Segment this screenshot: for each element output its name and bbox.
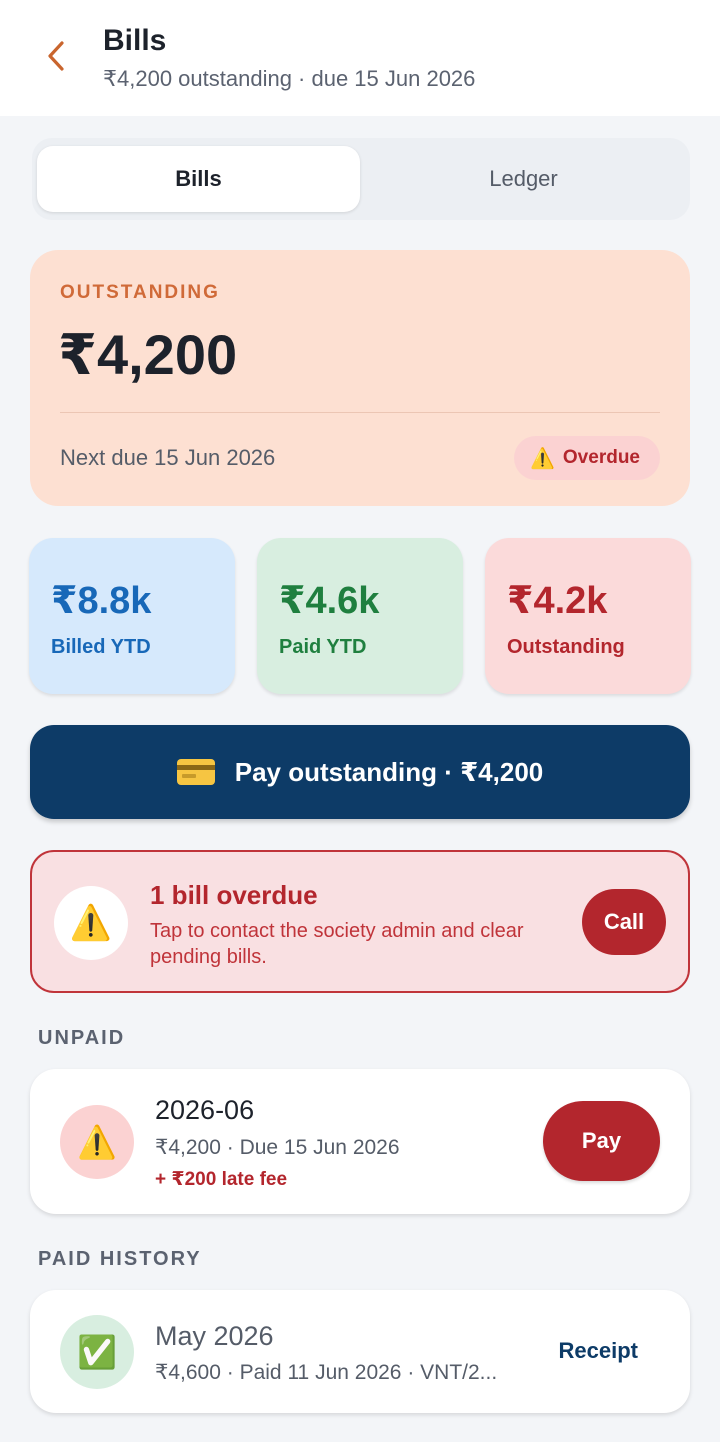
call-button[interactable]: Call [582,889,666,955]
app-header: Bills ₹4,200 outstanding · due 15 Jun 20… [0,0,720,116]
check-icon: ✅ [60,1315,134,1389]
receipt-link[interactable]: Receipt [559,1338,638,1364]
stat-value: ₹4.6k [279,580,380,622]
bill-detail: ₹4,200 · Due 15 Jun 2026 [155,1136,400,1159]
overdue-badge-label: Overdue [562,447,640,468]
bill-period: May 2026 [155,1321,274,1351]
alert-title: 1 bill overdue [150,880,318,910]
stat-paid-ytd: ₹4.6k Paid YTD [257,538,463,694]
pay-outstanding-button[interactable]: Pay outstanding · ₹4,200 [30,725,690,819]
overdue-badge: ⚠️ Overdue [514,436,660,480]
stat-label: Billed YTD [51,636,151,658]
warning-icon: ⚠️ [54,886,128,960]
stat-label: Outstanding [507,636,625,658]
summary-divider [60,412,660,413]
bill-period: 2026-06 [155,1095,255,1125]
section-label-unpaid: UNPAID [38,1027,126,1049]
warning-icon: ⚠️ [60,1105,134,1179]
bill-detail: ₹4,600 · Paid 11 Jun 2026 · VNT/2... [155,1361,498,1384]
stat-billed-ytd: ₹8.8k Billed YTD [29,538,235,694]
chevron-left-icon [48,41,64,71]
alert-message: Tap to contact the society admin and cle… [150,920,524,968]
bill-card-paid[interactable]: ✅ May 2026 ₹4,600 · Paid 11 Jun 2026 · V… [30,1290,690,1413]
back-button[interactable] [34,34,78,78]
overdue-alert[interactable]: ⚠️ 1 bill overdue Tap to contact the soc… [30,850,690,993]
next-due-text: Next due 15 Jun 2026 [60,445,276,470]
stat-value: ₹4.2k [507,580,608,622]
late-fee-text: + ₹200 late fee [155,1169,288,1190]
page-subtitle: ₹4,200 outstanding · due 15 Jun 2026 [103,66,476,91]
stat-label: Paid YTD [279,636,367,658]
tab-ledger[interactable]: Ledger [362,146,685,212]
outstanding-amount: ₹4,200 [58,323,238,386]
pay-bill-button[interactable]: Pay [543,1101,660,1181]
tab-bar: Bills Ledger [32,138,690,220]
credit-card-icon [176,759,215,785]
pay-outstanding-label: Pay outstanding · ₹4,200 [234,756,544,787]
stat-value: ₹8.8k [51,580,152,622]
stat-outstanding: ₹4.2k Outstanding [485,538,691,694]
warning-icon: ⚠️ [530,447,555,470]
bill-card-unpaid[interactable]: ⚠️ 2026-06 ₹4,200 · Due 15 Jun 2026 + ₹2… [30,1069,690,1214]
page-title: Bills [103,24,167,57]
section-label-paid-history: PAID HISTORY [38,1248,202,1270]
summary-label: OUTSTANDING [60,282,220,303]
outstanding-summary-card: OUTSTANDING ₹4,200 Next due 15 Jun 2026 … [30,250,690,506]
tab-bills[interactable]: Bills [37,146,360,212]
